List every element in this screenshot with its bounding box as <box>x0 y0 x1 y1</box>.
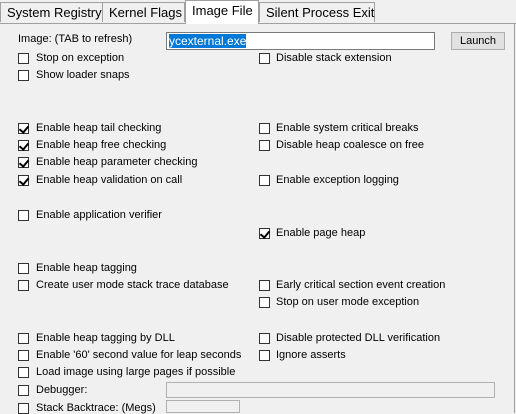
checkbox-ignore-asserts[interactable] <box>259 350 270 361</box>
label-heap-validation-on-call: Enable heap validation on call <box>36 174 183 186</box>
checkbox-application-verifier[interactable] <box>18 210 29 221</box>
tab-kernel-flags[interactable]: Kernel Flags <box>102 2 185 22</box>
image-input-value: ycexternal.exe <box>169 34 247 48</box>
label-disable-protected-dll: Disable protected DLL verification <box>276 332 441 344</box>
checkbox-large-pages[interactable] <box>18 367 29 378</box>
checkbox-exception-logging[interactable] <box>259 175 270 186</box>
label-application-verifier: Enable application verifier <box>36 209 162 221</box>
label-heap-tagging: Enable heap tagging <box>36 262 137 274</box>
tab-silent-process-exit[interactable]: Silent Process Exit <box>259 2 375 22</box>
label-heap-free-checking: Enable heap free checking <box>36 139 167 151</box>
label-large-pages: Load image using large pages if possible <box>36 366 236 378</box>
checkbox-user-mode-stack-trace-db[interactable] <box>18 280 29 291</box>
label-stack-backtrace: Stack Backtrace: (Megs) <box>36 402 156 414</box>
launch-button[interactable]: Launch <box>451 32 505 50</box>
checkbox-debugger[interactable] <box>18 385 29 396</box>
label-user-mode-stack-trace-db: Create user mode stack trace database <box>36 279 229 291</box>
label-heap-parameter-checking: Enable heap parameter checking <box>36 156 198 168</box>
label-stop-on-exception: Stop on exception <box>36 52 125 64</box>
tab-bar: System Registry Kernel Flags Image File … <box>0 0 516 24</box>
checkbox-system-critical-breaks[interactable] <box>259 123 270 134</box>
label-leap-seconds: Enable '60' second value for leap second… <box>36 349 242 361</box>
label-page-heap: Enable page heap <box>276 227 366 239</box>
image-label: Image: (TAB to refresh) <box>18 33 133 45</box>
checkbox-stop-user-mode-exception[interactable] <box>259 297 270 308</box>
label-system-critical-breaks: Enable system critical breaks <box>276 122 419 134</box>
tab-system-registry[interactable]: System Registry <box>0 2 103 22</box>
image-input[interactable]: ycexternal.exe <box>166 32 435 50</box>
label-exception-logging: Enable exception logging <box>276 174 399 186</box>
label-disable-heap-coalesce: Disable heap coalesce on free <box>276 139 424 151</box>
tab-image-file[interactable]: Image File <box>185 0 259 24</box>
label-heap-tagging-by-dll: Enable heap tagging by DLL <box>36 332 175 344</box>
checkbox-heap-tail-checking[interactable] <box>18 123 29 134</box>
checkbox-heap-free-checking[interactable] <box>18 140 29 151</box>
checkbox-early-critical-section[interactable] <box>259 280 270 291</box>
checkbox-heap-parameter-checking[interactable] <box>18 157 29 168</box>
debugger-input[interactable] <box>166 382 495 398</box>
checkbox-disable-stack-extension[interactable] <box>259 53 270 64</box>
checkbox-show-loader-snaps[interactable] <box>18 70 29 81</box>
stack-backtrace-input[interactable] <box>166 400 240 413</box>
label-disable-stack-extension: Disable stack extension <box>276 52 392 64</box>
label-early-critical-section: Early critical section event creation <box>276 279 446 291</box>
checkbox-heap-validation-on-call[interactable] <box>18 175 29 186</box>
checkbox-heap-tagging-by-dll[interactable] <box>18 333 29 344</box>
checkbox-disable-protected-dll[interactable] <box>259 333 270 344</box>
checkbox-stop-on-exception[interactable] <box>18 53 29 64</box>
label-heap-tail-checking: Enable heap tail checking <box>36 122 162 134</box>
label-stop-user-mode-exception: Stop on user mode exception <box>276 296 420 308</box>
label-debugger: Debugger: <box>36 384 88 396</box>
checkbox-leap-seconds[interactable] <box>18 350 29 361</box>
checkbox-stack-backtrace[interactable] <box>18 403 29 414</box>
checkbox-disable-heap-coalesce[interactable] <box>259 140 270 151</box>
label-show-loader-snaps: Show loader snaps <box>36 69 130 81</box>
label-ignore-asserts: Ignore asserts <box>276 349 346 361</box>
checkbox-heap-tagging[interactable] <box>18 263 29 274</box>
panel-right-border <box>514 23 515 413</box>
checkbox-page-heap[interactable] <box>259 228 270 239</box>
